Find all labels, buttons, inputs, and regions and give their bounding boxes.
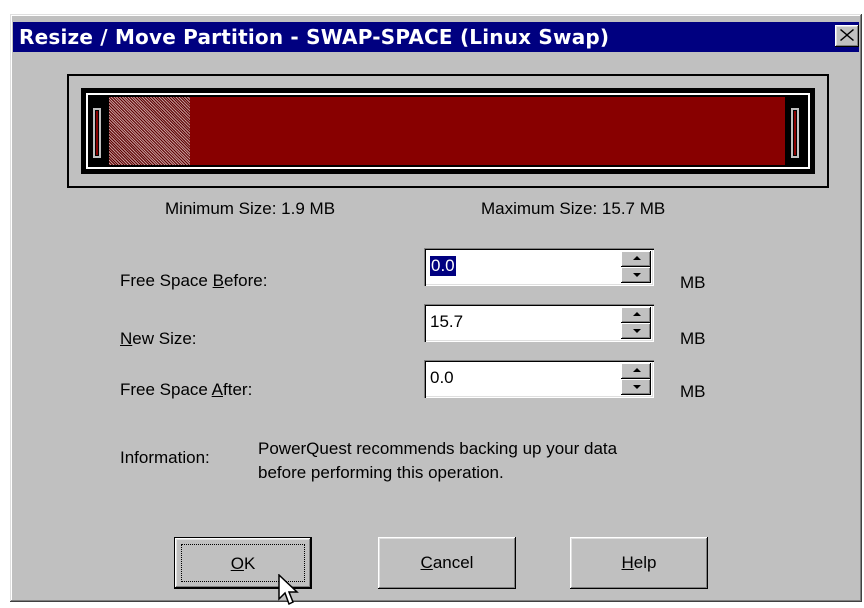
partition-bar[interactable] — [81, 88, 815, 174]
spin-up-arrow-icon[interactable] — [621, 307, 651, 323]
spin-down-arrow-icon[interactable] — [621, 323, 651, 339]
spin-up-arrow-icon[interactable] — [621, 363, 651, 379]
title-bar[interactable]: Resize / Move Partition - SWAP-SPACE (Li… — [13, 22, 859, 52]
free-space-after-input[interactable]: 0.0 — [430, 368, 454, 388]
cancel-button[interactable]: Cancel — [378, 537, 516, 589]
spin-down-arrow-icon[interactable] — [621, 379, 651, 395]
close-button[interactable] — [835, 25, 859, 47]
background-fragment — [0, 0, 864, 14]
resize-move-dialog: Resize / Move Partition - SWAP-SPACE (Li… — [10, 14, 862, 606]
maximum-size-label: Maximum Size: 15.7 MB — [481, 199, 666, 218]
help-button[interactable]: Help — [570, 537, 708, 589]
free-space-after-label: Free Space After: — [120, 380, 253, 399]
unit-label: MB — [680, 329, 706, 348]
unit-label: MB — [680, 382, 706, 401]
dialog-title: Resize / Move Partition - SWAP-SPACE (Li… — [19, 25, 610, 49]
free-space-before-label: Free Space Before: — [120, 271, 268, 290]
free-space-before-spinbox[interactable]: 0.0 — [424, 248, 654, 286]
information-label: Information: — [120, 448, 210, 467]
minimum-size-label: Minimum Size: 1.9 MB — [165, 199, 336, 218]
free-space-after-spinbox[interactable]: 0.0 — [424, 360, 654, 398]
close-icon — [840, 29, 854, 41]
new-size-input[interactable]: 15.7 — [430, 312, 463, 332]
unit-label: MB — [680, 273, 706, 292]
new-size-label: New Size: — [120, 329, 197, 348]
right-resize-handle[interactable] — [790, 107, 800, 159]
partition-extent[interactable] — [109, 97, 785, 165]
mouse-pointer-icon — [278, 574, 299, 606]
partition-used-space — [109, 97, 190, 165]
new-size-spinbox[interactable]: 15.7 — [424, 304, 654, 342]
free-space-before-input[interactable]: 0.0 — [430, 256, 456, 276]
left-resize-handle[interactable] — [92, 107, 102, 159]
spin-down-arrow-icon[interactable] — [621, 267, 651, 283]
information-text: PowerQuest recommends backing up your da… — [258, 439, 618, 482]
spin-up-arrow-icon[interactable] — [621, 251, 651, 267]
partition-map-frame — [67, 74, 829, 188]
